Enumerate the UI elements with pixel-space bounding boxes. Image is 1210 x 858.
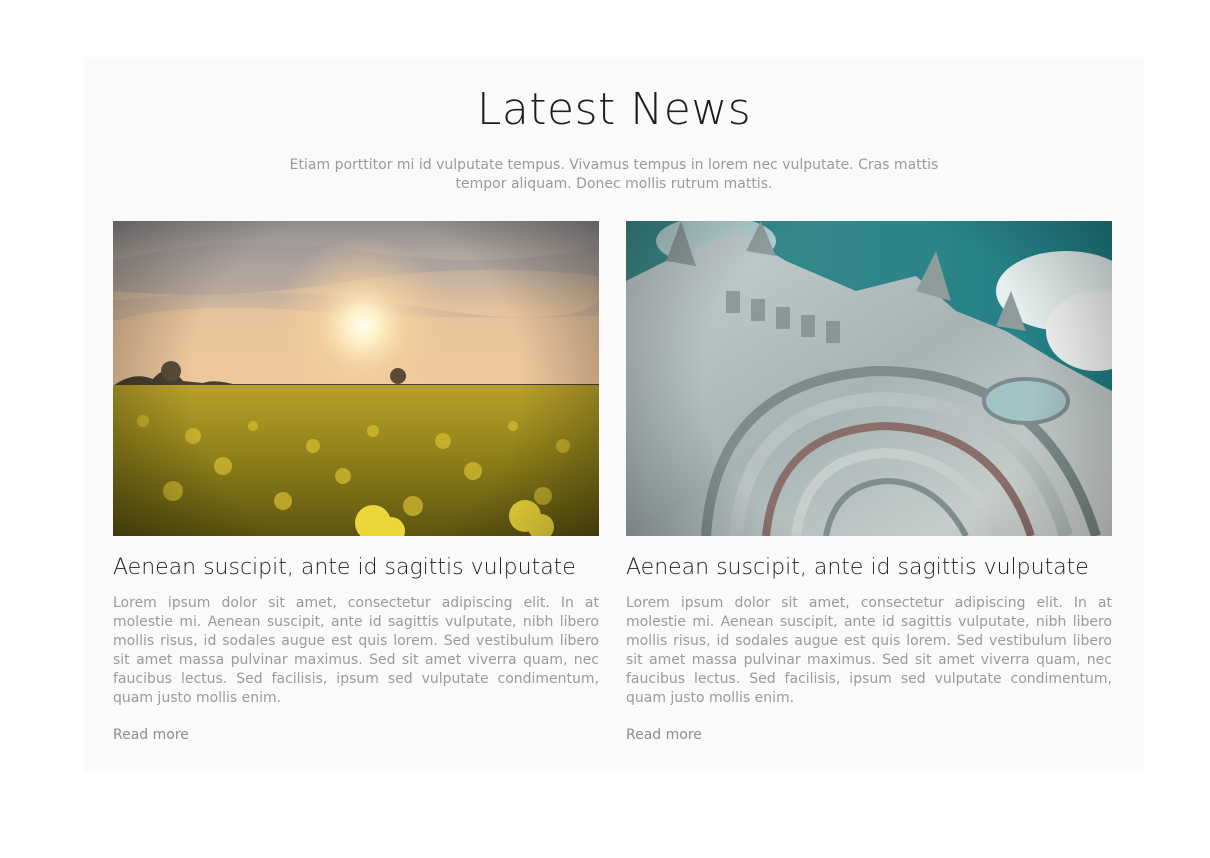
news-card: Aenean suscipit, ante id sagittis vulput… [113, 221, 599, 745]
article-excerpt: Lorem ipsum dolor sit amet, consectetur … [113, 595, 599, 706]
read-more-link[interactable]: Read more [113, 726, 189, 745]
latest-news-section: Latest News Etiam porttitor mi id vulput… [84, 57, 1144, 771]
field-sunset-image[interactable] [113, 221, 599, 536]
section-intro: Etiam porttitor mi id vulputate tempus. … [289, 157, 939, 192]
article-title[interactable]: Aenean suscipit, ante id sagittis vulput… [626, 554, 1112, 582]
section-title: Latest News [476, 84, 752, 135]
cathedral-facade-image[interactable] [626, 221, 1112, 536]
read-more-link[interactable]: Read more [626, 726, 702, 745]
news-card: Aenean suscipit, ante id sagittis vulput… [626, 221, 1112, 745]
article-excerpt: Lorem ipsum dolor sit amet, consectetur … [626, 595, 1112, 706]
article-title[interactable]: Aenean suscipit, ante id sagittis vulput… [113, 554, 599, 582]
